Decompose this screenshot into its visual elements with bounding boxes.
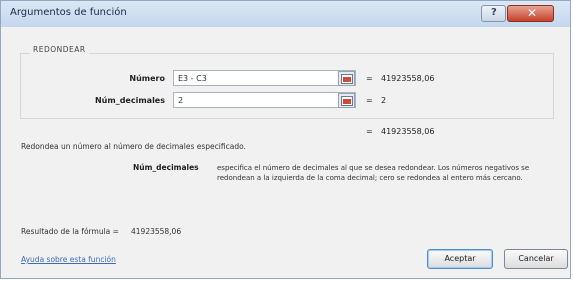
arg-help-text: especifica el número de decimales al que… [217,164,530,182]
arg-result-num-decimales: 2 [381,96,387,105]
dialog-title: Argumentos de función [10,7,127,18]
function-help-link[interactable]: Ayuda sobre esta función [21,255,116,264]
title-bar[interactable]: Argumentos de función ? ✕ [1,1,570,27]
close-button[interactable]: ✕ [507,5,554,22]
function-result: 41923558,06 [381,127,435,136]
function-description: Redondea un número al número de decimale… [21,142,246,151]
numero-input[interactable]: E3 - C3 [173,70,356,86]
range-select-icon [341,96,353,106]
total-eq: = [366,127,373,136]
arguments-group [20,53,554,119]
help-icon: ? [491,7,497,18]
arg-eq-numero: = [366,74,373,83]
arg-eq-num-decimales: = [366,96,373,105]
ok-button[interactable]: Aceptar [427,249,493,269]
arg-label-num-decimales: Núm_decimales [94,96,165,105]
function-name: REDONDEAR [30,45,89,54]
num-decimales-collapse-button[interactable] [338,93,355,108]
range-select-icon [341,74,353,84]
help-button[interactable]: ? [481,5,506,22]
arg-label-numero: Número [129,74,165,83]
arg-result-numero: 41923558,06 [381,74,435,83]
arg-help-name: Núm_decimales [133,163,199,172]
cancel-button[interactable]: Cancelar [504,249,568,269]
num-decimales-input[interactable]: 2 [173,92,356,108]
formula-result-label: Resultado de la fórmula = [21,227,119,236]
function-arguments-dialog: Argumentos de función ? ✕ REDONDEAR Núme… [0,0,571,279]
close-icon: ✕ [527,6,538,20]
formula-result-value: 41923558,06 [131,227,182,236]
numero-collapse-button[interactable] [338,71,355,86]
